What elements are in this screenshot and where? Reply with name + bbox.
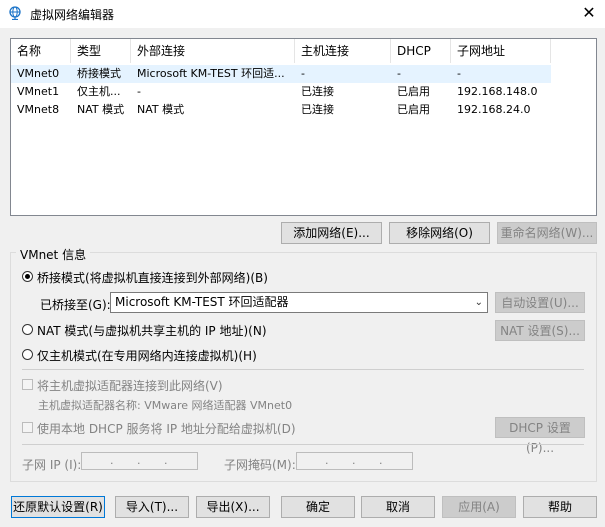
column-header-subnet[interactable]: 子网地址: [451, 39, 551, 63]
bridged-to-label: 已桥接至(G):: [40, 298, 111, 312]
connect-adapter-checkbox[interactable]: [22, 379, 33, 390]
cell-name: VMnet1: [17, 85, 60, 98]
cell-host: -: [301, 67, 305, 80]
cell-dhcp: 已启用: [397, 85, 430, 98]
cell-host: 已连接: [301, 103, 334, 116]
auto-settings-button[interactable]: 自动设置(U)...: [495, 292, 585, 313]
add-network-button[interactable]: 添加网络(E)...: [281, 222, 382, 244]
dhcp-settings-button[interactable]: DHCP 设置(P)...: [495, 417, 585, 455]
cell-dhcp: -: [397, 67, 401, 80]
nat-settings-button[interactable]: NAT 设置(S)...: [495, 320, 585, 341]
table-header: 名称 类型 外部连接 主机连接 DHCP 子网地址: [11, 39, 596, 63]
nat-mode-label[interactable]: NAT 模式(与虚拟机共享主机的 IP 地址)(N): [37, 322, 267, 339]
ip-separator: .: [379, 454, 383, 467]
chevron-down-icon: ⌄: [474, 297, 483, 308]
import-button[interactable]: 导入(T)...: [115, 496, 189, 518]
cell-external: -: [137, 85, 141, 98]
column-header-host[interactable]: 主机连接: [295, 39, 391, 63]
cell-dhcp: 已启用: [397, 103, 430, 116]
table-row[interactable]: VMnet1 仅主机... - 已连接 已启用 192.168.148.0: [11, 83, 551, 101]
network-globe-icon: [9, 6, 21, 20]
export-button[interactable]: 导出(X)...: [196, 496, 270, 518]
bridge-mode-label[interactable]: 桥接模式(将虚拟机直接连接到外部网络)(B): [37, 269, 268, 286]
ip-separator: .: [325, 454, 329, 467]
ip-separator: .: [164, 454, 168, 467]
subnet-mask-label: 子网掩码(M):: [224, 458, 296, 472]
cell-name: VMnet0: [17, 67, 60, 80]
vmnet-info-label: VMnet 信息: [16, 246, 91, 263]
ip-separator: .: [137, 454, 141, 467]
subnet-mask-input[interactable]: . . .: [296, 452, 413, 470]
cell-host: 已连接: [301, 85, 334, 98]
subnet-ip-label: 子网 IP (I):: [22, 458, 82, 472]
column-header-external[interactable]: 外部连接: [131, 39, 295, 63]
cell-type: NAT 模式: [77, 103, 125, 116]
title-bar: 虚拟网络编辑器 ✕: [0, 0, 605, 28]
host-only-label[interactable]: 仅主机模式(在专用网络内连接虚拟机)(H): [37, 347, 257, 364]
cell-external: Microsoft KM-TEST 环回适...: [137, 67, 285, 80]
apply-button[interactable]: 应用(A): [442, 496, 516, 518]
host-only-radio[interactable]: [22, 349, 33, 360]
help-button[interactable]: 帮助: [523, 496, 597, 518]
cell-subnet: -: [457, 67, 461, 80]
table-row[interactable]: VMnet0 桥接模式 Microsoft KM-TEST 环回适... - -…: [11, 65, 551, 83]
cell-name: VMnet8: [17, 103, 60, 116]
use-dhcp-label[interactable]: 使用本地 DHCP 服务将 IP 地址分配给虚拟机(D): [37, 420, 296, 437]
vmnet-info-group: [10, 252, 597, 482]
bridge-mode-radio[interactable]: [22, 271, 33, 282]
connect-adapter-label[interactable]: 将主机虚拟适配器连接到此网络(V): [37, 377, 223, 394]
column-header-name[interactable]: 名称: [11, 39, 71, 63]
bridged-to-select[interactable]: Microsoft KM-TEST 环回适配器 ⌄: [110, 292, 488, 313]
column-header-dhcp[interactable]: DHCP: [391, 39, 451, 63]
use-dhcp-checkbox[interactable]: [22, 422, 33, 433]
remove-network-button[interactable]: 移除网络(O): [389, 222, 490, 244]
cell-subnet: 192.168.24.0: [457, 103, 531, 116]
ok-button[interactable]: 确定: [281, 496, 355, 518]
ip-separator: .: [110, 454, 114, 467]
adapter-name-text: 主机虚拟适配器名称: VMware 网络适配器 VMnet0: [38, 399, 293, 412]
cell-type: 桥接模式: [77, 67, 121, 80]
close-icon[interactable]: ✕: [578, 3, 600, 23]
bridged-to-value: Microsoft KM-TEST 环回适配器: [115, 295, 289, 309]
ip-separator: .: [352, 454, 356, 467]
restore-defaults-button[interactable]: 还原默认设置(R): [11, 496, 105, 518]
network-table: 名称 类型 外部连接 主机连接 DHCP 子网地址 VMnet0 桥接模式 Mi…: [10, 38, 597, 216]
rename-network-button[interactable]: 重命名网络(W)...: [497, 222, 597, 244]
window-title: 虚拟网络编辑器: [30, 8, 115, 22]
table-row[interactable]: VMnet8 NAT 模式 NAT 模式 已连接 已启用 192.168.24.…: [11, 101, 551, 119]
cancel-button[interactable]: 取消: [361, 496, 435, 518]
divider: [22, 369, 584, 370]
cell-type: 仅主机...: [77, 85, 121, 98]
nat-mode-radio[interactable]: [22, 324, 33, 335]
divider: [22, 444, 584, 445]
subnet-ip-input[interactable]: . . .: [81, 452, 198, 470]
cell-subnet: 192.168.148.0: [457, 85, 538, 98]
cell-external: NAT 模式: [137, 103, 185, 116]
column-header-type[interactable]: 类型: [71, 39, 131, 63]
